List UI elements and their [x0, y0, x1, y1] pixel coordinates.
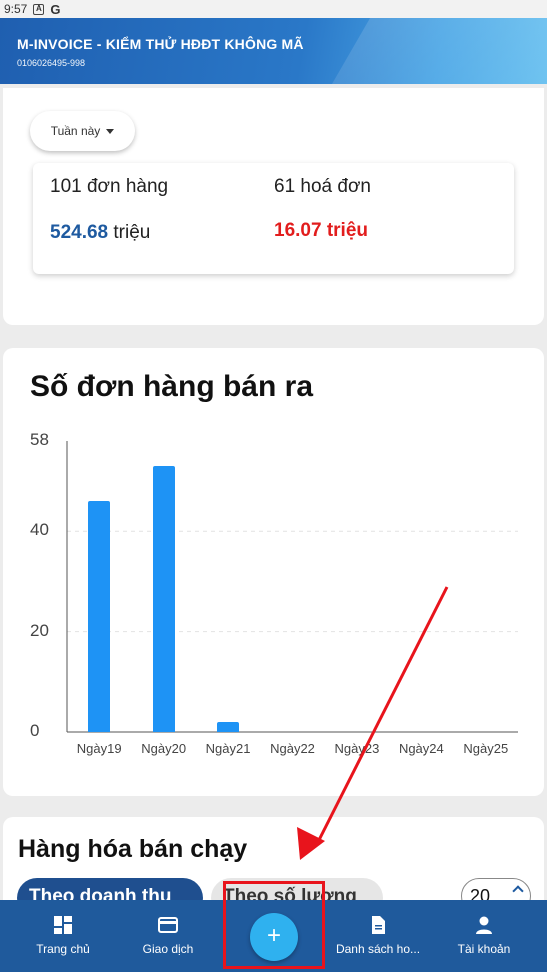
- chevron-up-icon: [512, 885, 524, 897]
- products-title: Hàng hóa bán chạy: [18, 835, 248, 863]
- x-tick-label: Ngày23: [334, 741, 380, 756]
- card-icon: [158, 917, 178, 933]
- chart-bar: [217, 721, 240, 732]
- nav-item-transactions[interactable]: Giao dịch: [120, 900, 216, 972]
- nav-label-invoice-list: Danh sách ho...: [335, 942, 421, 956]
- x-tick-label: Ngày19: [76, 741, 122, 756]
- annotation-highlight-box: [223, 881, 325, 969]
- nav-label-account: Tài khoản: [457, 942, 511, 956]
- nav-item-home[interactable]: Trang chủ: [15, 900, 111, 972]
- dashboard-icon: [54, 916, 72, 934]
- x-tick-label: Ngày21: [205, 741, 251, 756]
- nav-item-account[interactable]: Tài khoản: [436, 900, 532, 972]
- nav-item-invoice-list[interactable]: Danh sách ho...: [330, 900, 426, 972]
- chart-bar: [152, 466, 175, 732]
- x-tick-label: Ngày25: [463, 741, 509, 756]
- nav-label-home: Trang chủ: [36, 942, 90, 956]
- x-tick-label: Ngày24: [398, 741, 444, 756]
- chart-bar: [88, 501, 111, 732]
- nav-label-transactions: Giao dịch: [142, 942, 194, 956]
- document-icon: [372, 916, 385, 934]
- x-tick-label: Ngày20: [141, 741, 187, 756]
- person-icon: [476, 916, 492, 934]
- x-tick-label: Ngày22: [270, 741, 315, 756]
